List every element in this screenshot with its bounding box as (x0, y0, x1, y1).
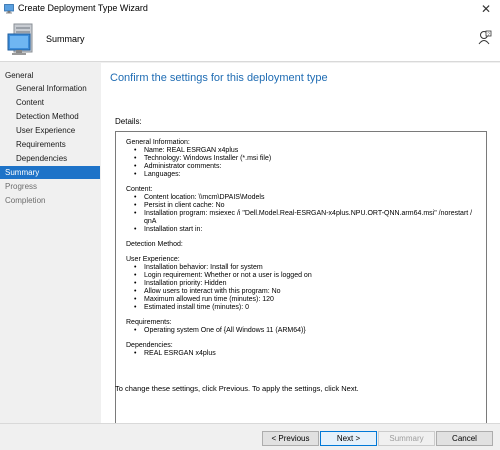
details-item: Administrator comments: (126, 163, 476, 171)
next-button[interactable]: Next > (320, 431, 377, 446)
nav-item-content[interactable]: Content (0, 96, 100, 109)
nav-item-dependencies[interactable]: Dependencies (0, 152, 100, 165)
previous-button[interactable]: < Previous (262, 431, 319, 446)
page-heading: Confirm the settings for this deployment… (110, 72, 328, 84)
details-item: Login requirement: Whether or not a user… (126, 272, 476, 280)
title-bar: Create Deployment Type Wizard ✕ (0, 0, 500, 18)
details-item: Allow users to interact with this progra… (126, 288, 476, 296)
details-item: Languages: (126, 171, 476, 179)
details-item: Installation start in: (126, 226, 476, 234)
details-section-title: User Experience: (126, 256, 180, 263)
details-section-title: Requirements: (126, 319, 172, 326)
details-section-title: Detection Method: (126, 241, 183, 248)
nav-item-general[interactable]: General (0, 69, 100, 82)
details-item: Persist in client cache: No (126, 202, 476, 210)
details-item: Name: REAL ESRGAN x4plus (126, 147, 476, 155)
details-item: Installation behavior: Install for syste… (126, 264, 476, 272)
details-item: REAL ESRGAN x4plus (126, 350, 476, 358)
details-section-title: Content: (126, 186, 153, 193)
wizard-header: Summary ? (0, 18, 500, 62)
nav-item-detection-method[interactable]: Detection Method (0, 110, 100, 123)
nav-item-general-information[interactable]: General Information (0, 82, 100, 95)
details-item: Estimated install time (minutes): 0 (126, 304, 476, 312)
window-title: Create Deployment Type Wizard (18, 3, 148, 13)
computer-icon (4, 4, 14, 14)
nav-item-summary[interactable]: Summary (0, 166, 100, 179)
details-section-title: Dependencies: (126, 342, 173, 349)
summary-button: Summary (378, 431, 435, 446)
details-label: Details: (115, 117, 142, 126)
nav-item-progress: Progress (5, 182, 38, 191)
page-name: Summary (46, 34, 85, 44)
details-item: Installation program: msiexec /i "Dell.M… (126, 210, 476, 218)
instruction-text: To change these settings, click Previous… (115, 384, 359, 393)
details-item: Operating system One of {All Windows 11 … (126, 327, 476, 335)
close-icon: ✕ (480, 2, 492, 16)
nav-item-completion: Completion (5, 196, 46, 205)
nav-item-user-experience[interactable]: User Experience (0, 124, 100, 137)
details-item: Maximum allowed run time (minutes): 120 (126, 296, 476, 304)
button-bar: < Previous Next > Summary Cancel (0, 423, 500, 450)
main-panel: Confirm the settings for this deployment… (101, 63, 500, 433)
details-item: qnA (144, 218, 157, 225)
wizard-navigation: General General Information Content Dete… (0, 63, 100, 450)
details-section-title: General Information: (126, 139, 190, 146)
computer-icon (7, 23, 33, 55)
cancel-button[interactable]: Cancel (436, 431, 493, 446)
details-item: Content location: \\mcm\DPAIS\Models (126, 194, 476, 202)
details-item: Installation priority: Hidden (126, 280, 476, 288)
details-item: Technology: Windows Installer (*.msi fil… (126, 155, 476, 163)
close-button[interactable]: ✕ (472, 0, 500, 18)
nav-item-requirements[interactable]: Requirements (0, 138, 100, 151)
user-help-icon[interactable]: ? (478, 30, 492, 46)
